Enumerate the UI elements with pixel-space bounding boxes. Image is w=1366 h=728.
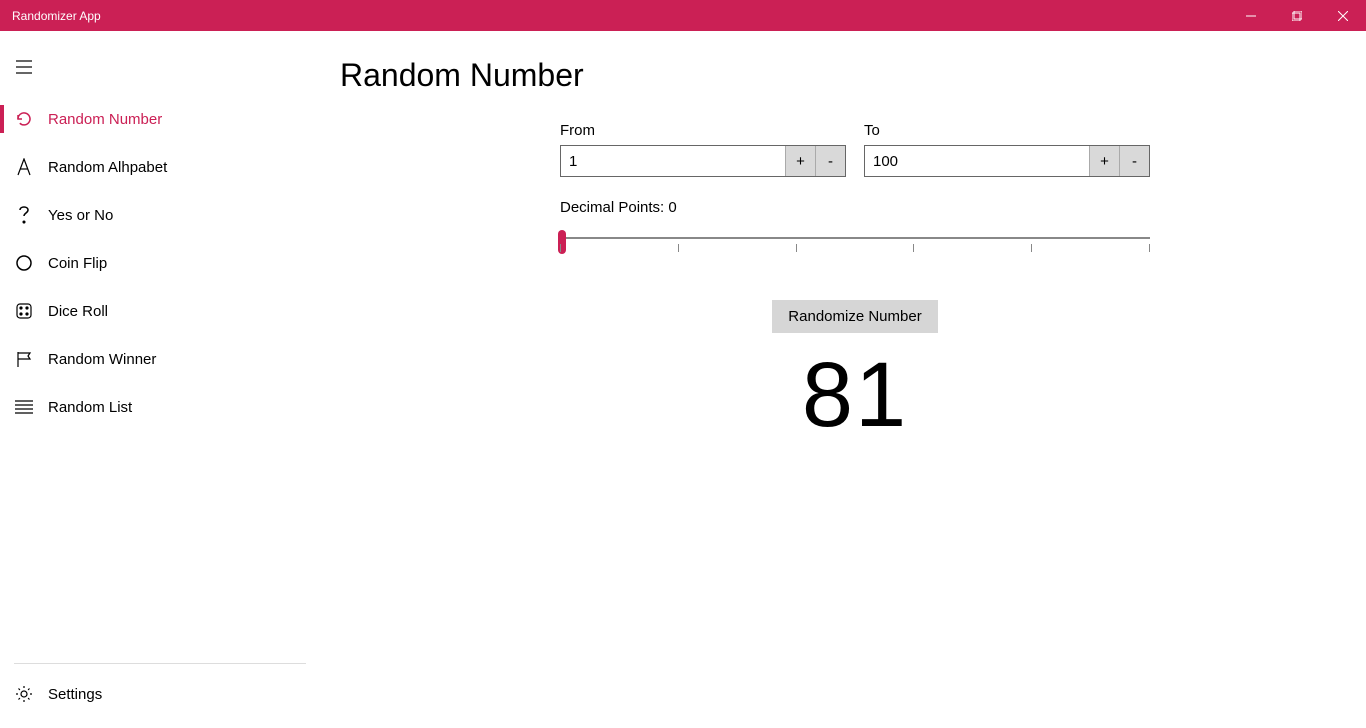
close-button[interactable] (1320, 0, 1366, 31)
sidebar-divider (14, 663, 306, 664)
alphabet-icon (14, 157, 34, 177)
sidebar-item-coin-flip[interactable]: Coin Flip (0, 239, 320, 287)
sidebar-item-random-winner[interactable]: Random Winner (0, 335, 320, 383)
minimize-icon (1246, 11, 1256, 21)
sidebar-item-settings[interactable]: Settings (0, 670, 320, 718)
gear-icon (14, 684, 34, 704)
sidebar-item-label: Random Winner (48, 351, 156, 368)
to-number-box: + - (864, 145, 1150, 177)
sidebar-item-label: Coin Flip (48, 255, 107, 272)
nav-list: Random Number Random Alhpabet Yes or No (0, 95, 320, 663)
window-title: Randomizer App (12, 9, 101, 23)
window-controls (1228, 0, 1366, 31)
slider-track (560, 237, 1150, 239)
to-field: To + - (864, 122, 1150, 177)
sidebar-item-random-number[interactable]: Random Number (0, 95, 320, 143)
to-label: To (864, 122, 1150, 139)
to-decrement-button[interactable]: - (1119, 146, 1149, 176)
sidebar-item-random-list[interactable]: Random List (0, 383, 320, 431)
hamburger-icon (14, 57, 34, 77)
from-label: From (560, 122, 846, 139)
question-icon (14, 205, 34, 225)
decimal-points-label: Decimal Points: 0 (560, 199, 1150, 216)
to-input[interactable] (865, 146, 1089, 176)
sidebar-item-label: Random List (48, 399, 132, 416)
from-decrement-button[interactable]: - (815, 146, 845, 176)
from-input[interactable] (561, 146, 785, 176)
sidebar-item-label: Dice Roll (48, 303, 108, 320)
flag-icon (14, 349, 34, 369)
result-number: 81 (560, 343, 1150, 448)
randomize-button[interactable]: Randomize Number (772, 300, 937, 333)
hamburger-button[interactable] (0, 47, 48, 87)
to-increment-button[interactable]: + (1089, 146, 1119, 176)
sidebar-item-label: Random Alhpabet (48, 159, 167, 176)
settings-label: Settings (48, 686, 102, 703)
sidebar-item-random-alphabet[interactable]: Random Alhpabet (0, 143, 320, 191)
close-icon (1338, 11, 1348, 21)
sidebar-item-label: Yes or No (48, 207, 113, 224)
slider-ticks (560, 244, 1150, 252)
minimize-button[interactable] (1228, 0, 1274, 31)
random-number-panel: From + - To + - (560, 122, 1150, 448)
sidebar-item-yes-or-no[interactable]: Yes or No (0, 191, 320, 239)
title-bar: Randomizer App (0, 0, 1366, 31)
page-title: Random Number (340, 57, 1356, 94)
refresh-icon (14, 109, 34, 129)
main-content: Random Number From + - To (320, 31, 1366, 728)
sidebar-item-dice-roll[interactable]: Dice Roll (0, 287, 320, 335)
maximize-button[interactable] (1274, 0, 1320, 31)
circle-icon (14, 253, 34, 273)
from-field: From + - (560, 122, 846, 177)
from-increment-button[interactable]: + (785, 146, 815, 176)
sidebar-item-label: Random Number (48, 111, 162, 128)
sidebar: Random Number Random Alhpabet Yes or No (0, 31, 320, 728)
list-icon (14, 397, 34, 417)
decimal-points-slider[interactable] (560, 230, 1150, 260)
maximize-icon (1292, 11, 1302, 21)
from-number-box: + - (560, 145, 846, 177)
dice-icon (14, 301, 34, 321)
